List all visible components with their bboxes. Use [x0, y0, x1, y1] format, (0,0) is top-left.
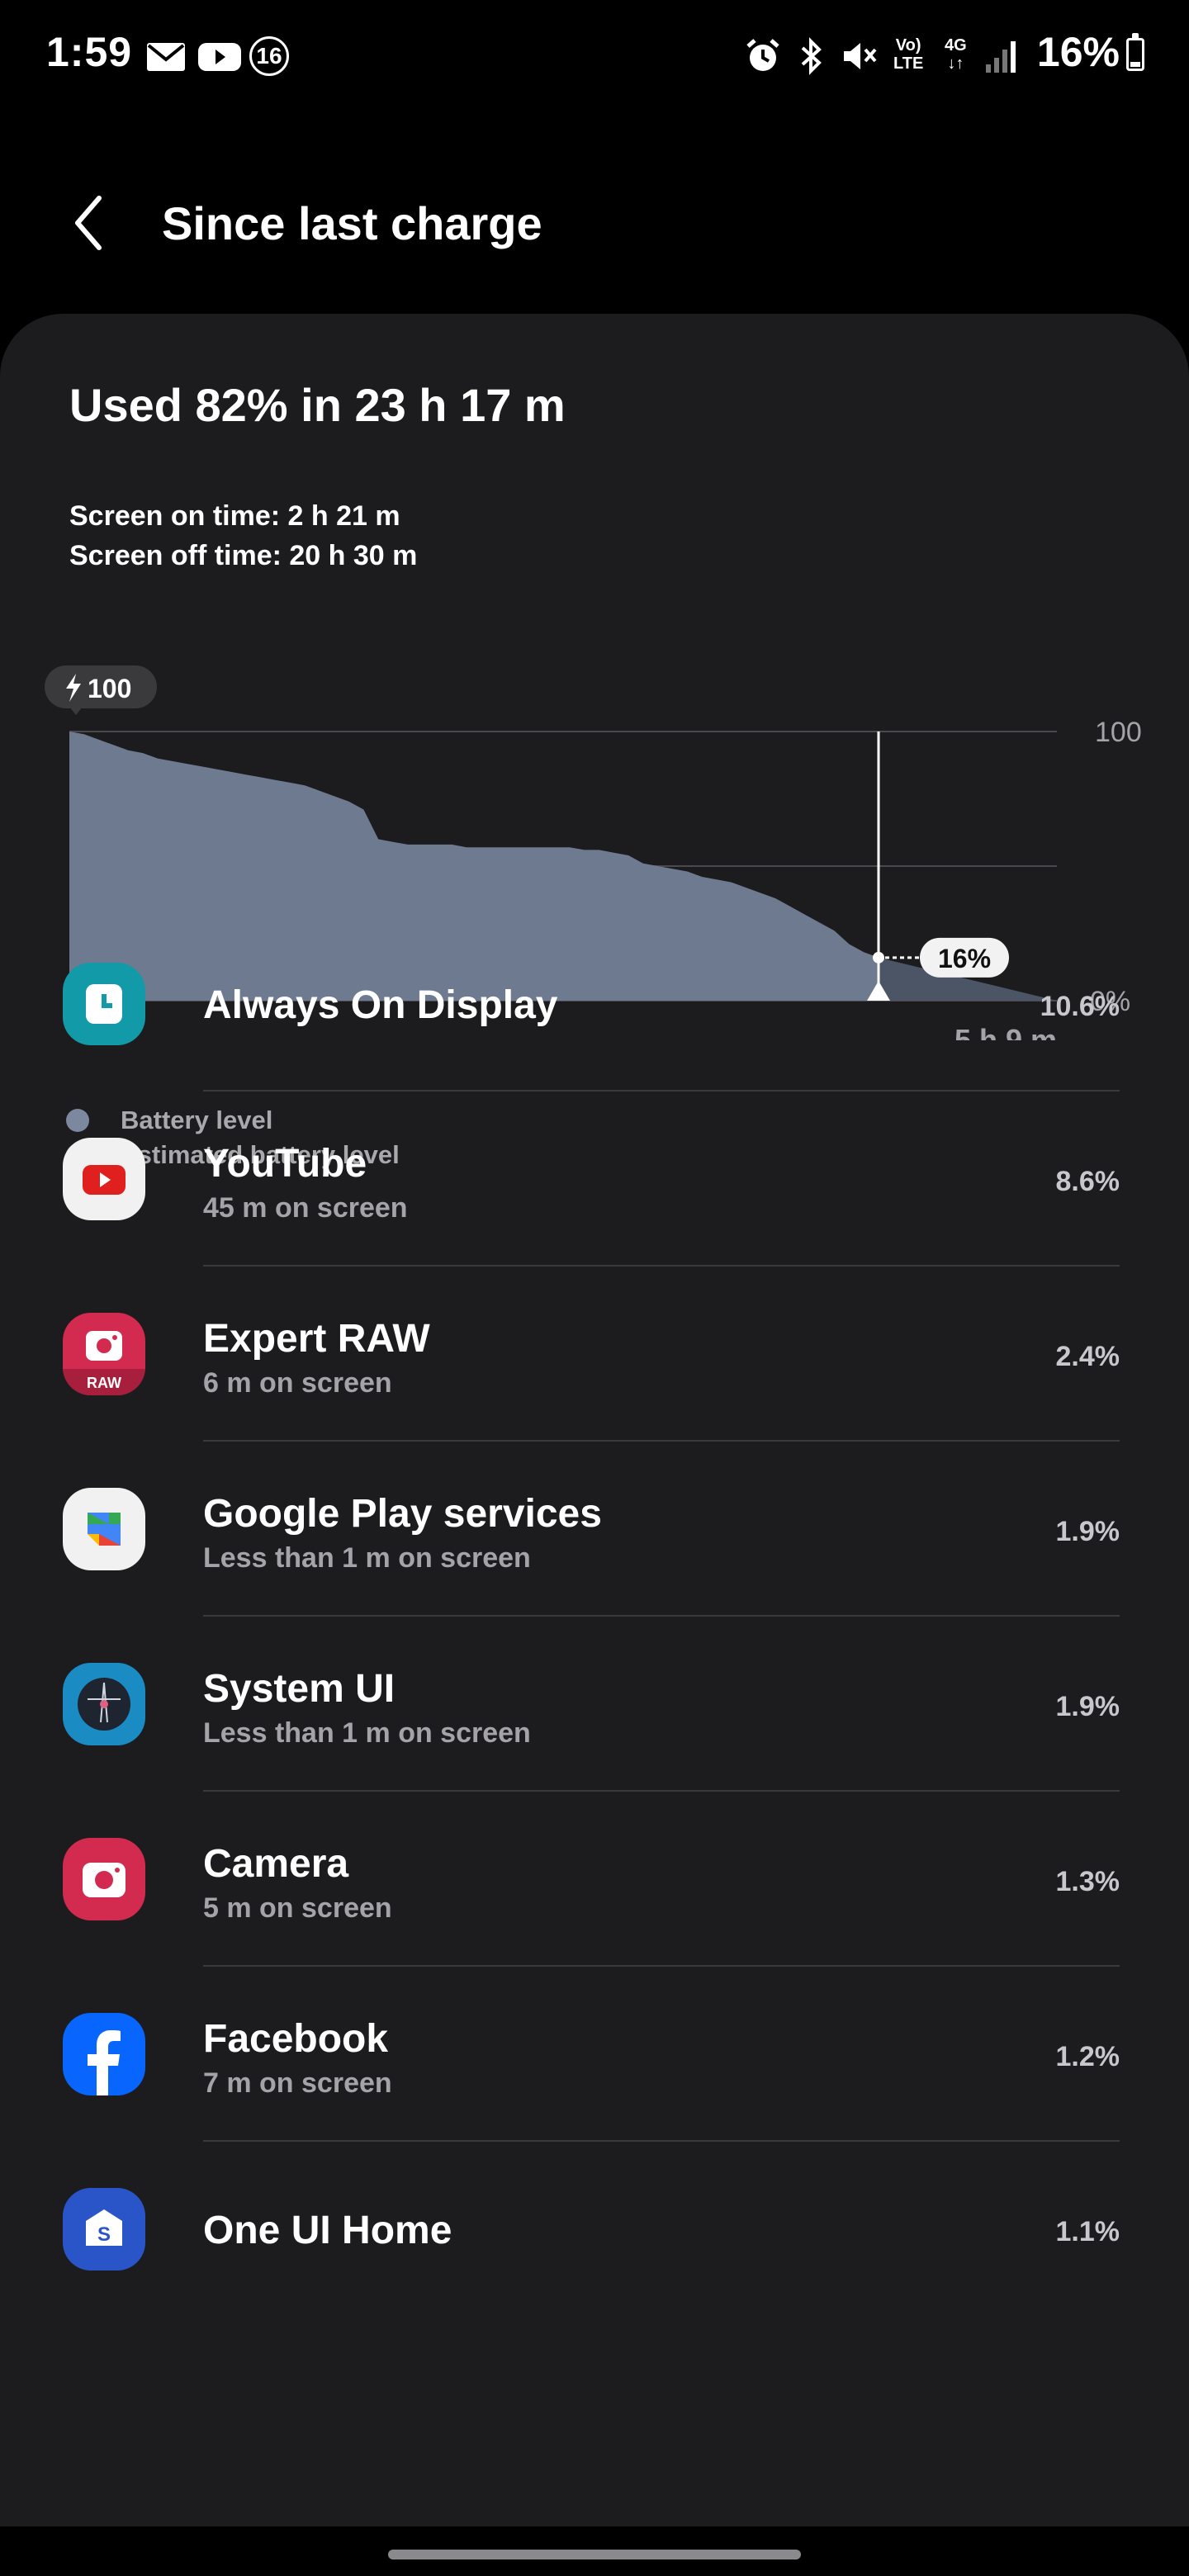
app-battery-percent: 1.9% [1055, 1516, 1120, 1547]
alarm-icon [746, 39, 779, 71]
youtube-icon [198, 43, 241, 71]
app-usage-row-camera[interactable]: Camera 5 m on screen 1.3% [0, 1792, 1189, 1967]
start-level-pointer [69, 707, 83, 715]
app-usage-row-always-on-display[interactable]: Always On Display 10.6% [0, 916, 1189, 1091]
app-name: Facebook [203, 2017, 389, 2061]
badge-icon: 16 [249, 36, 289, 76]
battery-icon [1126, 33, 1144, 71]
always-on-display-icon [63, 963, 145, 1045]
status-time: 1:59 [46, 29, 133, 75]
y-tick-label: 100 [1095, 717, 1142, 748]
app-screen-time: 7 m on screen [203, 2067, 392, 2099]
app-battery-percent: 2.4% [1055, 1341, 1120, 1372]
app-name: YouTube [203, 1142, 367, 1186]
app-battery-percent: 1.9% [1055, 1691, 1120, 1722]
app-usage-row-youtube[interactable]: YouTube 45 m on screen 8.6% [0, 1091, 1189, 1267]
app-screen-time: 6 m on screen [203, 1367, 392, 1399]
app-battery-percent: 1.1% [1055, 2216, 1120, 2247]
status-bar: 1:59 16 Vo) LTE 4G ↓↑ 16% [0, 0, 1189, 109]
app-screen-time: 5 m on screen [203, 1892, 392, 1924]
app-usage-row-expert-raw[interactable]: RAW Expert RAW 6 m on screen 2.4% [0, 1267, 1189, 1442]
bluetooth-icon [801, 37, 822, 75]
usage-summary-title: Used 82% in 23 h 17 m [69, 379, 566, 431]
app-name: Camera [203, 1842, 349, 1886]
app-screen-time: 45 m on screen [203, 1192, 408, 1224]
camera-icon [63, 1838, 145, 1920]
one-ui-home-icon: S [63, 2188, 145, 2271]
facebook-icon [63, 2013, 145, 2095]
app-usage-row-one-ui-home[interactable]: S One UI Home 1.1% [0, 2142, 1189, 2317]
battery-percent: 16% [1036, 29, 1120, 75]
4g-icon: 4G ↓↑ [945, 36, 967, 73]
expert-raw-icon: RAW [63, 1313, 145, 1395]
youtube-icon [63, 1138, 145, 1220]
app-battery-percent: 1.3% [1055, 1866, 1120, 1897]
app-battery-percent: 1.2% [1055, 2041, 1120, 2072]
home-gesture-handle[interactable] [388, 2550, 801, 2559]
signal-icon [986, 41, 1016, 73]
app-screen-time: Less than 1 m on screen [203, 1542, 531, 1574]
app-battery-percent: 10.6% [1040, 991, 1120, 1022]
screen-off-time: Screen off time: 20 h 30 m [69, 540, 418, 571]
volte-icon: Vo) LTE [893, 36, 924, 73]
app-name: Always On Display [203, 983, 558, 1027]
app-usage-row-facebook[interactable]: Facebook 7 m on screen 1.2% [0, 1967, 1189, 2142]
app-screen-time: Less than 1 m on screen [203, 1717, 531, 1749]
mute-icon [844, 43, 877, 69]
screen-on-time: Screen on time: 2 h 21 m [69, 500, 400, 532]
app-name: System UI [203, 1667, 396, 1711]
app-usage-row-google-play-services[interactable]: Google Play services Less than 1 m on scr… [0, 1442, 1189, 1617]
svg-text:RAW: RAW [87, 1375, 121, 1391]
app-name: Expert RAW [203, 1317, 430, 1361]
app-usage-row-system-ui[interactable]: System UI Less than 1 m on screen 1.9% [0, 1617, 1189, 1792]
app-name: One UI Home [203, 2209, 452, 2252]
gmail-icon [147, 43, 185, 71]
app-usage-list: Always On Display 10.6% YouTube 45 m on scr… [0, 916, 1189, 2317]
page-title: Since last charge [162, 197, 542, 249]
start-level-label: 100 [88, 674, 131, 703]
back-icon[interactable] [66, 190, 116, 256]
app-battery-percent: 8.6% [1055, 1166, 1120, 1197]
svg-text:S: S [97, 2223, 111, 2246]
app-bar: Since last charge [0, 165, 1189, 281]
app-name: Google Play services [203, 1492, 602, 1536]
google-play-services-icon [63, 1488, 145, 1570]
system-ui-icon [63, 1663, 145, 1745]
